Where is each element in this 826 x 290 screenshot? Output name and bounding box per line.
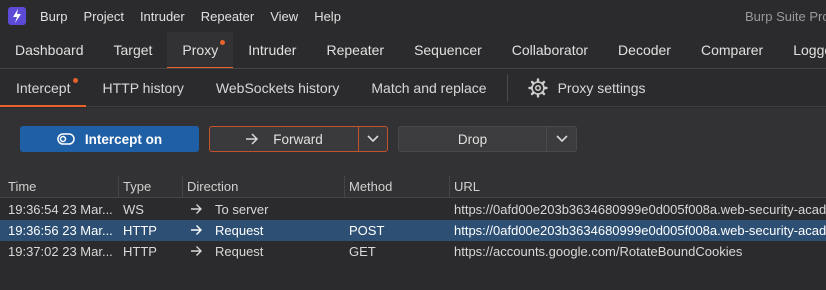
- forward-button[interactable]: Forward: [209, 126, 358, 152]
- cell-direction: To server: [215, 202, 269, 217]
- proxy-sub-tab-bar: Intercept HTTP history WebSockets histor…: [0, 70, 826, 107]
- table-row[interactable]: 19:37:02 23 Mar... HTTP Request GET http…: [0, 241, 826, 262]
- divider: [506, 74, 508, 102]
- intercept-toggle-button[interactable]: Intercept on: [20, 126, 199, 152]
- gear-icon: [527, 78, 548, 98]
- tab-decoder[interactable]: Decoder: [603, 32, 686, 68]
- arrow-right-icon: [191, 225, 202, 235]
- menu-help[interactable]: Help: [314, 9, 341, 24]
- tab-collaborator[interactable]: Collaborator: [497, 32, 603, 68]
- column-header-type[interactable]: Type: [119, 176, 183, 198]
- table-row-selected[interactable]: 19:36:56 23 Mar... HTTP Request POST htt…: [0, 220, 826, 241]
- menu-bar: Burp Project Intruder Repeater View Help…: [0, 0, 826, 32]
- app-title: Burp Suite Pro: [745, 9, 826, 24]
- proxy-settings-label: Proxy settings: [557, 80, 646, 96]
- main-tab-bar: Dashboard Target Proxy Intruder Repeater…: [0, 32, 826, 69]
- subtab-intercept[interactable]: Intercept: [0, 70, 87, 107]
- notification-dot: [73, 78, 79, 83]
- tab-dashboard[interactable]: Dashboard: [0, 32, 99, 68]
- burp-logo-icon: [8, 7, 26, 25]
- subtab-match-and-replace[interactable]: Match and replace: [355, 70, 502, 106]
- menu-project[interactable]: Project: [83, 9, 123, 24]
- cell-url: https://accounts.google.com/RotateBoundC…: [454, 244, 743, 259]
- proxy-settings-button[interactable]: Proxy settings: [512, 70, 662, 106]
- cell-type: HTTP: [123, 223, 157, 238]
- toggle-icon: [57, 133, 75, 145]
- arrow-right-icon: [191, 204, 202, 214]
- intercept-toggle-label: Intercept on: [84, 131, 163, 147]
- drop-button[interactable]: Drop: [398, 126, 546, 152]
- cell-type: WS: [123, 202, 144, 217]
- subtab-http-history[interactable]: HTTP history: [86, 70, 199, 106]
- column-header-time[interactable]: Time: [4, 176, 119, 198]
- tab-target[interactable]: Target: [99, 32, 168, 68]
- cell-time: 19:37:02 23 Mar...: [8, 244, 113, 259]
- cell-method: POST: [349, 223, 385, 238]
- table-header: Time Type Direction Method URL: [0, 176, 826, 198]
- menu-repeater[interactable]: Repeater: [201, 9, 254, 24]
- forward-dropdown-button[interactable]: [358, 126, 388, 152]
- tab-comparer[interactable]: Comparer: [686, 32, 778, 68]
- cell-type: HTTP: [123, 244, 157, 259]
- tab-proxy[interactable]: Proxy: [167, 32, 234, 68]
- tab-repeater[interactable]: Repeater: [311, 32, 399, 68]
- cell-time: 19:36:56 23 Mar...: [8, 223, 113, 238]
- column-header-direction[interactable]: Direction: [183, 176, 345, 198]
- intercept-toolbar: Intercept on Forward Drop: [0, 108, 826, 176]
- tab-logger[interactable]: Logger: [778, 32, 826, 68]
- drop-dropdown-button[interactable]: [546, 126, 577, 152]
- table-row[interactable]: 19:36:54 23 Mar... WS To server https://…: [0, 199, 826, 220]
- tab-sequencer[interactable]: Sequencer: [399, 32, 497, 68]
- drop-label: Drop: [457, 131, 488, 147]
- column-header-method[interactable]: Method: [345, 176, 450, 198]
- cell-url: https://0afd00e203b3634680999e0d005f008a…: [454, 202, 826, 217]
- chevron-down-icon: [367, 135, 379, 143]
- menu-intruder[interactable]: Intruder: [140, 9, 185, 24]
- forward-label: Forward: [273, 131, 323, 147]
- cell-url: https://0afd00e203b3634680999e0d005f008a…: [454, 223, 826, 238]
- menu-burp[interactable]: Burp: [40, 9, 67, 24]
- cell-direction: Request: [215, 244, 264, 259]
- cell-direction: Request: [215, 223, 264, 238]
- menu-view[interactable]: View: [270, 9, 298, 24]
- cell-method: [345, 199, 450, 220]
- tab-intruder[interactable]: Intruder: [233, 32, 311, 68]
- cell-method: GET: [349, 244, 376, 259]
- cell-time: 19:36:54 23 Mar...: [8, 202, 113, 217]
- notification-dot: [220, 40, 226, 45]
- subtab-intercept-label: Intercept: [16, 80, 71, 96]
- chevron-down-icon: [555, 135, 568, 143]
- column-header-url[interactable]: URL: [450, 176, 826, 198]
- intercept-queue-table: Time Type Direction Method URL 19:36:54 …: [0, 176, 826, 290]
- subtab-websockets-history[interactable]: WebSockets history: [200, 70, 355, 106]
- arrow-right-icon: [246, 133, 259, 145]
- tab-proxy-label: Proxy: [182, 42, 219, 58]
- arrow-right-icon: [191, 246, 202, 256]
